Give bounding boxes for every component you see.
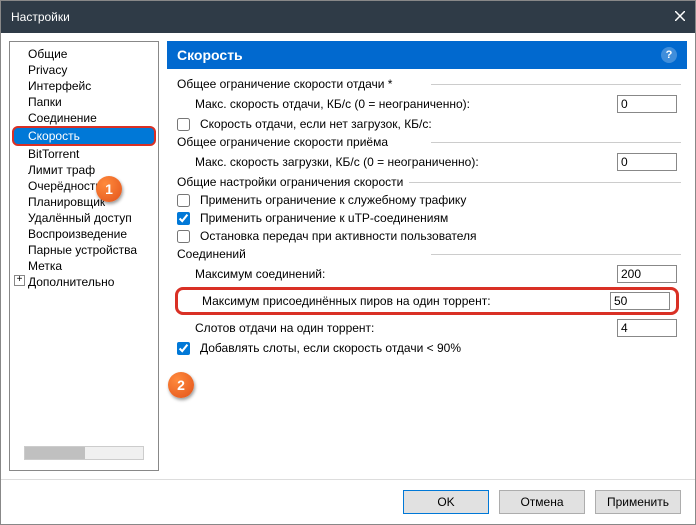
tree-scrollbar[interactable] [24, 446, 144, 460]
tree-item-folders[interactable]: Папки [12, 94, 156, 110]
dialog-footer: OK Отмена Применить [1, 479, 695, 524]
tree-item-scheduler[interactable]: Планировщик [12, 194, 156, 210]
panel-header: Скорость ? [167, 41, 687, 69]
settings-window: Настройки Общие Privacy Интерфейс Папки … [0, 0, 696, 525]
tree-item-bittorrent[interactable]: BitTorrent [12, 146, 156, 162]
max-peers-input[interactable] [610, 292, 670, 310]
panel-title: Скорость [177, 47, 243, 63]
max-connections-label: Максимум соединений: [195, 267, 611, 281]
tree-item-remote[interactable]: Удалённый доступ [12, 210, 156, 226]
annotation-2: 2 [168, 372, 194, 398]
ok-button[interactable]: OK [403, 490, 489, 514]
max-download-label: Макс. скорость загрузки, КБ/с (0 = неогр… [195, 155, 611, 169]
titlebar: Настройки [1, 1, 695, 33]
tree-item-general[interactable]: Общие [12, 46, 156, 62]
max-download-input[interactable] [617, 153, 677, 171]
utp-checkbox[interactable] [177, 212, 190, 225]
tree-item-paired[interactable]: Парные устройства [12, 242, 156, 258]
category-tree[interactable]: Общие Privacy Интерфейс Папки Соединение… [9, 41, 159, 471]
add-slots-checkbox[interactable] [177, 342, 190, 355]
tree-item-traffic-limit[interactable]: Лимит траф [12, 162, 156, 178]
overhead-label: Применить ограничение к служебному трафи… [200, 193, 677, 207]
help-icon[interactable]: ? [661, 47, 677, 63]
group-ratelimit-title: Общие настройки ограничения скорости [177, 175, 409, 189]
tree-item-label[interactable]: Метка [12, 258, 156, 274]
apply-button[interactable]: Применить [595, 490, 681, 514]
stop-on-activity-label: Остановка передач при активности пользов… [200, 229, 677, 243]
stop-on-activity-checkbox[interactable] [177, 230, 190, 243]
group-connections-title: Соединений [177, 247, 252, 261]
upload-slots-label: Слотов отдачи на один торрент: [195, 321, 611, 335]
tree-item-playback[interactable]: Воспроизведение [12, 226, 156, 242]
close-icon[interactable] [675, 10, 685, 24]
max-upload-input[interactable] [617, 95, 677, 113]
tree-item-interface[interactable]: Интерфейс [12, 78, 156, 94]
tree-item-connection[interactable]: Соединение [12, 110, 156, 126]
max-upload-label: Макс. скорость отдачи, КБ/с (0 = неогран… [195, 97, 611, 111]
alt-upload-label: Скорость отдачи, если нет загрузок, КБ/с… [200, 117, 677, 131]
highlight-max-peers: Максимум присоединённых пиров на один то… [175, 287, 679, 315]
group-download-title: Общее ограничение скорости приёма [177, 135, 394, 149]
utp-label: Применить ограничение к uTP-соединениям [200, 211, 677, 225]
tree-item-speed[interactable]: Скорость [12, 126, 156, 146]
window-title: Настройки [11, 10, 70, 24]
annotation-1: 1 [96, 176, 122, 202]
dialog-body: Общие Privacy Интерфейс Папки Соединение… [1, 33, 695, 479]
cancel-button[interactable]: Отмена [499, 490, 585, 514]
settings-panel: Скорость ? Общее ограничение скорости от… [167, 41, 687, 471]
alt-upload-checkbox[interactable] [177, 118, 190, 131]
tree-item-advanced[interactable]: Дополнительно [12, 274, 156, 290]
max-connections-input[interactable] [617, 265, 677, 283]
max-peers-label: Максимум присоединённых пиров на один то… [202, 294, 604, 308]
upload-slots-input[interactable] [617, 319, 677, 337]
tree-item-queue[interactable]: Очерёдность [12, 178, 156, 194]
tree-item-privacy[interactable]: Privacy [12, 62, 156, 78]
add-slots-label: Добавлять слоты, если скорость отдачи < … [200, 341, 677, 355]
group-upload-title: Общее ограничение скорости отдачи * [177, 77, 398, 91]
overhead-checkbox[interactable] [177, 194, 190, 207]
